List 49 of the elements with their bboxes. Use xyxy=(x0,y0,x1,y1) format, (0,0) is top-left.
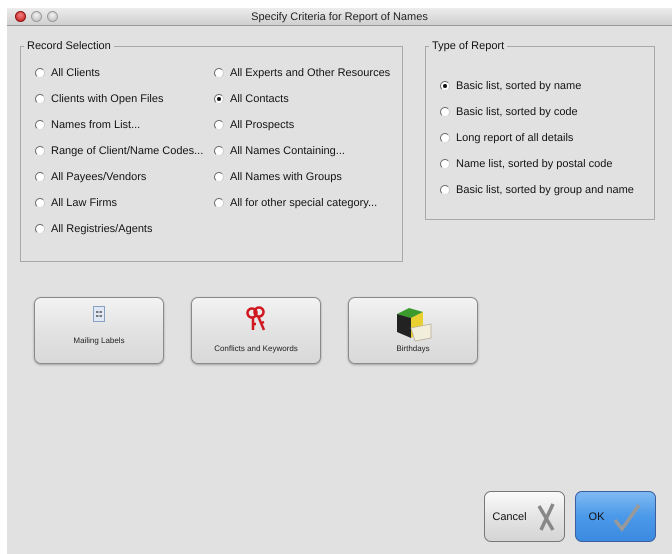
radio-icon[interactable] xyxy=(35,68,45,78)
radio-option[interactable]: All Names Containing... xyxy=(214,143,390,159)
radio-option[interactable]: Long report of all details xyxy=(440,130,654,146)
radio-icon[interactable] xyxy=(35,172,45,182)
radio-icon[interactable] xyxy=(35,94,45,104)
report-button[interactable]: Birthdays xyxy=(348,297,478,364)
keys-icon xyxy=(245,306,267,332)
radio-option[interactable]: All Clients xyxy=(35,65,214,81)
radio-icon[interactable] xyxy=(214,172,224,182)
radio-icon[interactable] xyxy=(440,107,450,117)
group-title: Record Selection xyxy=(26,40,112,52)
radio-option[interactable]: Basic list, sorted by group and name xyxy=(440,182,654,198)
radio-option[interactable]: All Experts and Other Resources xyxy=(214,65,390,81)
radio-icon[interactable] xyxy=(35,120,45,130)
radio-option[interactable]: All for other special category... xyxy=(214,195,390,211)
radio-icon[interactable] xyxy=(214,94,224,104)
radio-option[interactable]: Names from List... xyxy=(35,117,214,133)
cross-icon xyxy=(534,502,557,532)
report-button[interactable]: Conflicts and Keywords xyxy=(191,297,321,364)
radio-icon[interactable] xyxy=(440,133,450,143)
radio-option[interactable]: All Prospects xyxy=(214,117,390,133)
document-icon xyxy=(93,306,105,322)
radio-option[interactable]: Clients with Open Files xyxy=(35,91,214,107)
radio-option[interactable]: Name list, sorted by postal code xyxy=(440,156,654,172)
radio-icon[interactable] xyxy=(214,68,224,78)
radio-icon[interactable] xyxy=(440,185,450,195)
checkmark-icon xyxy=(612,502,642,532)
radio-icon[interactable] xyxy=(35,224,45,234)
radio-icon[interactable] xyxy=(35,198,45,208)
radio-icon[interactable] xyxy=(214,120,224,130)
radio-option[interactable]: All Names with Groups xyxy=(214,169,390,185)
radio-option[interactable]: Basic list, sorted by name xyxy=(440,78,654,94)
report-button[interactable]: Mailing Labels xyxy=(34,297,164,364)
window-title: Specify Criteria for Report of Names xyxy=(250,10,429,22)
radio-option[interactable]: Range of Client/Name Codes... xyxy=(35,143,214,159)
radio-option[interactable]: Basic list, sorted by code xyxy=(440,104,654,120)
radio-option[interactable]: All Law Firms xyxy=(35,195,214,211)
close-icon[interactable] xyxy=(15,11,26,22)
radio-icon[interactable] xyxy=(214,198,224,208)
radio-option[interactable]: All Registries/Agents xyxy=(35,221,214,237)
radio-option[interactable]: All Payees/Vendors xyxy=(35,169,214,185)
radio-icon[interactable] xyxy=(35,146,45,156)
dialog-button[interactable]: Cancel xyxy=(484,491,565,542)
radio-icon[interactable] xyxy=(440,159,450,169)
group-title: Type of Report xyxy=(431,40,506,52)
dialog-button[interactable]: OK xyxy=(575,491,656,542)
radio-icon[interactable] xyxy=(214,146,224,156)
radio-option[interactable]: All Contacts xyxy=(214,91,390,107)
radio-icon[interactable] xyxy=(440,81,450,91)
